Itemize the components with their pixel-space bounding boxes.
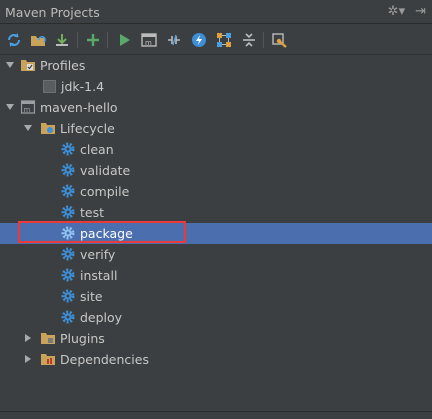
tree-label: Dependencies [60, 352, 149, 367]
gear-icon [61, 247, 75, 261]
tree-node-plugins[interactable]: Plugins [0, 328, 432, 349]
collapsed-arrow-icon[interactable] [23, 354, 33, 364]
package-highlight-annotation [18, 221, 186, 243]
panel-bottom-border [0, 411, 432, 412]
execute-goal-icon[interactable]: m [139, 30, 159, 50]
tree-node-profiles[interactable]: Profiles [0, 55, 432, 76]
title-actions: ✲▾ ⇥ [388, 4, 426, 20]
toggle-offline-icon[interactable] [164, 30, 184, 50]
maven-project-icon: m [21, 100, 35, 114]
tree-label: Lifecycle [60, 121, 115, 136]
gear-icon [61, 163, 75, 177]
tree-label: verify [80, 247, 116, 262]
tree-node-goal[interactable]: install [0, 265, 432, 286]
gear-icon [61, 268, 75, 282]
gear-icon [61, 184, 75, 198]
plugins-folder-icon [41, 331, 55, 345]
tree-label: clean [80, 142, 114, 157]
add-maven-project-icon[interactable] [83, 30, 103, 50]
collapsed-arrow-icon[interactable] [23, 333, 33, 343]
toolbar-separator [107, 32, 108, 48]
tree-node-goal[interactable]: test [0, 202, 432, 223]
panel-titlebar: Maven Projects ✲▾ ⇥ [0, 0, 432, 24]
tree-node-goal[interactable]: compile [0, 181, 432, 202]
toolbar-separator [263, 32, 264, 48]
tree-label: site [80, 289, 103, 304]
lifecycle-folder-icon [41, 121, 55, 135]
tree-node-goal[interactable]: deploy [0, 307, 432, 328]
run-icon[interactable] [114, 30, 134, 50]
tree-label: compile [80, 184, 130, 199]
generate-sources-icon[interactable] [28, 30, 48, 50]
profiles-folder-icon [21, 58, 35, 72]
tree-node-project[interactable]: m maven-hello [0, 97, 432, 118]
svg-text:m: m [24, 106, 31, 114]
collapse-all-icon[interactable] [239, 30, 259, 50]
reimport-icon[interactable] [4, 30, 24, 50]
tree-node-profile-item[interactable]: jdk-1.4 [0, 76, 432, 97]
expanded-arrow-icon[interactable] [5, 60, 15, 70]
skip-tests-icon[interactable] [189, 30, 209, 50]
tree-node-goal[interactable]: validate [0, 160, 432, 181]
tree-label: install [80, 268, 118, 283]
tree-node-lifecycle[interactable]: Lifecycle [0, 118, 432, 139]
tree-label: validate [80, 163, 131, 178]
gear-icon [61, 142, 75, 156]
tree-node-dependencies[interactable]: Dependencies [0, 349, 432, 370]
tree-label: Profiles [40, 58, 86, 73]
profile-checkbox-icon[interactable] [42, 79, 56, 93]
tree-label: jdk-1.4 [61, 79, 105, 94]
toolbar-separator [77, 32, 78, 48]
expanded-arrow-icon[interactable] [5, 102, 15, 112]
tree-label: test [80, 205, 105, 220]
maven-settings-icon[interactable] [270, 30, 290, 50]
dependencies-folder-icon [41, 352, 55, 366]
tree-label: deploy [80, 310, 123, 325]
show-dependencies-icon[interactable] [214, 30, 234, 50]
panel-title: Maven Projects [5, 5, 100, 20]
gear-icon [61, 289, 75, 303]
maven-toolbar: m [0, 25, 432, 55]
gear-icon [61, 205, 75, 219]
tree-label: Plugins [60, 331, 105, 346]
hide-panel-icon[interactable]: ⇥ [415, 4, 426, 20]
gear-icon [61, 310, 75, 324]
settings-gear-icon[interactable]: ✲▾ [388, 4, 405, 20]
tree-node-goal[interactable]: site [0, 286, 432, 307]
expanded-arrow-icon[interactable] [23, 123, 33, 133]
tree-node-goal[interactable]: clean [0, 139, 432, 160]
tree-node-goal[interactable]: verify [0, 244, 432, 265]
svg-text:m: m [145, 39, 152, 47]
tree-label: maven-hello [40, 100, 118, 115]
download-sources-icon[interactable] [52, 30, 72, 50]
